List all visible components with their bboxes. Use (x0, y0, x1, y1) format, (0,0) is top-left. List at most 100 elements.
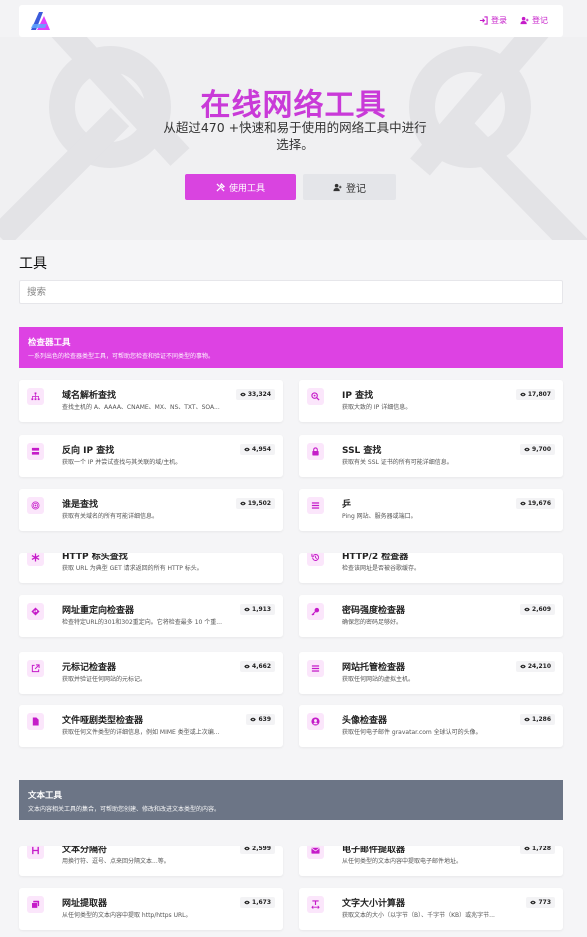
tool-name: 网站托管检查器 (342, 663, 406, 673)
text-width-icon (311, 900, 320, 909)
tool-description: 获取任何电子邮件 gravatar.com 全球认可的头像。 (342, 729, 482, 736)
tool-icon-box (307, 896, 324, 913)
tool-card[interactable]: 文字大小计算器获取文本的大小（以字节（B）、千字节（KB）或兆字节... 773 (299, 888, 563, 930)
view-count-badge: 24,210 (515, 661, 555, 672)
key-icon (311, 607, 320, 616)
view-count-badge: 1,673 (240, 897, 275, 908)
view-count: 1,286 (532, 716, 551, 723)
tool-card[interactable]: HTTP/2 检查器检查该网址是否被谷歌缓存。 (299, 553, 563, 583)
register-label: 登记 (532, 16, 548, 25)
tool-name: 头像检查器 (342, 716, 388, 726)
tools-main: 工具 检查器工具 一系列出色的检查器类型工具，可帮助您检查和验证不同类型的事物。… (0, 240, 587, 937)
view-count: 1,913 (252, 606, 271, 613)
tool-card[interactable]: IP 查找 获取大致的 IP 详细信息。 17,807 (299, 380, 563, 422)
tool-card[interactable]: 网址提取器从任何类型的文本内容中提取 http/https URL。 1,673 (19, 888, 283, 930)
view-count: 9,700 (532, 446, 551, 453)
login-label: 登录 (491, 16, 507, 25)
eye-icon (244, 846, 250, 851)
tool-icon-box (307, 497, 324, 514)
tool-name: 密码强度检查器 (342, 606, 406, 616)
tool-icon-box (27, 603, 44, 620)
tool-description: 检查特定URL的301和302重定向。它将检查最多 10 个重... (62, 619, 222, 626)
eye-icon (530, 900, 537, 905)
tool-description: Ping 网站、服务器或端口。 (342, 513, 417, 520)
view-count: 4,954 (252, 446, 271, 453)
view-count-badge: 17,807 (515, 389, 555, 400)
tool-card[interactable]: 电子邮件提取器 从任何类型的文本内容中提取电子邮件地址。 1,728 (299, 846, 563, 876)
eye-icon (520, 392, 526, 397)
eye-icon (244, 607, 250, 612)
use-tools-button[interactable]: 使用工具 (185, 174, 296, 200)
eye-icon (250, 717, 257, 722)
lock-icon (312, 447, 319, 456)
tool-description: 获取任何网站的虚拟主机。 (342, 676, 415, 683)
tool-name: 网址重定向检查器 (62, 606, 135, 616)
file-icon (32, 717, 39, 726)
view-count: 4,662 (252, 663, 271, 670)
view-count: 19,676 (527, 500, 551, 507)
tool-card[interactable]: 密码强度检查器 确保您的密码足够好。 2,609 (299, 595, 563, 637)
tool-card[interactable]: SSL 查找 获取有关 SSL 证书的所有可能详细信息。 9,700 (299, 435, 563, 477)
list-icon (311, 665, 320, 672)
tool-description: 确保您的密码足够好。 (342, 619, 403, 626)
tool-description: 获取任何文件类型的详细信息，例如 MIME 类型或上次编... (62, 729, 220, 736)
view-count: 19,502 (247, 500, 271, 507)
tool-card[interactable]: 谁是查找 获取有关域名的所有可能详细信息。 19,502 (19, 489, 283, 531)
tool-description: 获取一个 IP 并尝试查找与其关联的域/主机。 (62, 459, 182, 466)
eye-icon (240, 501, 246, 506)
user-plus-icon (520, 16, 529, 25)
register-link[interactable]: 登记 (520, 15, 548, 26)
window-icon (31, 900, 40, 909)
tool-name: 电子邮件提取器 (342, 846, 406, 855)
hero-register-button[interactable]: 登记 (303, 174, 396, 200)
tool-card[interactable]: 头像检查器获取任何电子邮件 gravatar.com 全球认可的头像。 1,286 (299, 705, 563, 747)
eye-icon (244, 447, 250, 452)
view-count-badge: 4,662 (240, 661, 275, 672)
view-count: 17,807 (527, 391, 551, 398)
external-link-icon (31, 664, 40, 673)
tool-icon-box (307, 553, 324, 566)
tool-card[interactable]: 网址重定向检查器检查特定URL的301和302重定向。它将检查最多 10 个重.… (19, 595, 283, 637)
category-header-checker: 检查器工具 一系列出色的检查器类型工具，可帮助您检查和验证不同类型的事物。 (19, 327, 563, 368)
use-tools-label: 使用工具 (228, 183, 265, 194)
logo-icon[interactable] (27, 10, 51, 32)
tool-card[interactable]: HTTP 标头查找 获取 URL 为典型 GET 请求返回的所有 HTTP 标头。 (19, 553, 283, 583)
tool-description: 从任何类型的文本内容中提取 http/https URL。 (62, 912, 192, 919)
tool-icon-box (27, 660, 44, 677)
eye-icon (244, 900, 250, 905)
tool-card[interactable]: 网站托管检查器获取任何网站的虚拟主机。 24,210 (299, 652, 563, 694)
view-count: 1,728 (532, 846, 551, 852)
login-link[interactable]: 登录 (479, 15, 507, 26)
tool-card[interactable]: 文件哑剧类型检查器获取任何文件类型的详细信息，例如 MIME 类型或上次编...… (19, 705, 283, 747)
category-title: 文本工具 (28, 791, 63, 801)
view-count: 2,609 (532, 606, 551, 613)
server-icon (31, 447, 40, 455)
tool-card[interactable]: 域名解析查找 查找主机的 A、AAAA、CNAME、MX、NS、TXT、SOA..… (19, 380, 283, 422)
tool-name: 网址提取器 (62, 899, 108, 909)
tool-icon-box (27, 443, 44, 460)
tool-icon-box (307, 603, 324, 620)
tool-card[interactable]: 反向 IP 查找 获取一个 IP 并尝试查找与其关联的域/主机。 4,954 (19, 435, 283, 477)
tool-name: HTTP/2 检查器 (342, 553, 409, 562)
tool-description: 获取有关 SSL 证书的所有可能详细信息。 (342, 459, 453, 466)
search-input[interactable] (19, 280, 563, 304)
tool-card[interactable]: 元标记检查器 获取并验证任何网站的元标记。 4,662 (19, 652, 283, 694)
user-plus-icon (333, 183, 342, 191)
tools-icon (216, 182, 225, 192)
asterisk-icon (31, 553, 40, 562)
tool-name: 文字大小计算器 (342, 899, 406, 909)
tool-name: 乒 (342, 500, 352, 510)
tool-description: 检查该网址是否被谷歌缓存。 (342, 565, 421, 572)
user-circle-icon (311, 717, 320, 726)
tool-icon-box (307, 660, 324, 677)
hero-section: 在线网络工具 从超过470 +快速和易于使用的网络工具中进行选择。 使用工具 登… (0, 37, 587, 240)
tool-description: 获取 URL 为典型 GET 请求返回的所有 HTTP 标头。 (62, 565, 203, 572)
view-count-badge: 4,954 (240, 444, 275, 455)
tool-description: 获取文本的大小（以字节（B）、千字节（KB）或兆字节... (342, 912, 495, 919)
view-count: 773 (538, 899, 551, 906)
tool-card[interactable]: 文本分隔符 用换行符、逗号、点来回分隔文本...等。 2,599 (19, 846, 283, 876)
tool-name: 文件哑剧类型检查器 (62, 716, 144, 726)
eye-icon (520, 664, 526, 669)
tool-card[interactable]: 乒 Ping 网站、服务器或端口。 19,676 (299, 489, 563, 531)
tools-section-title: 工具 (19, 256, 47, 272)
